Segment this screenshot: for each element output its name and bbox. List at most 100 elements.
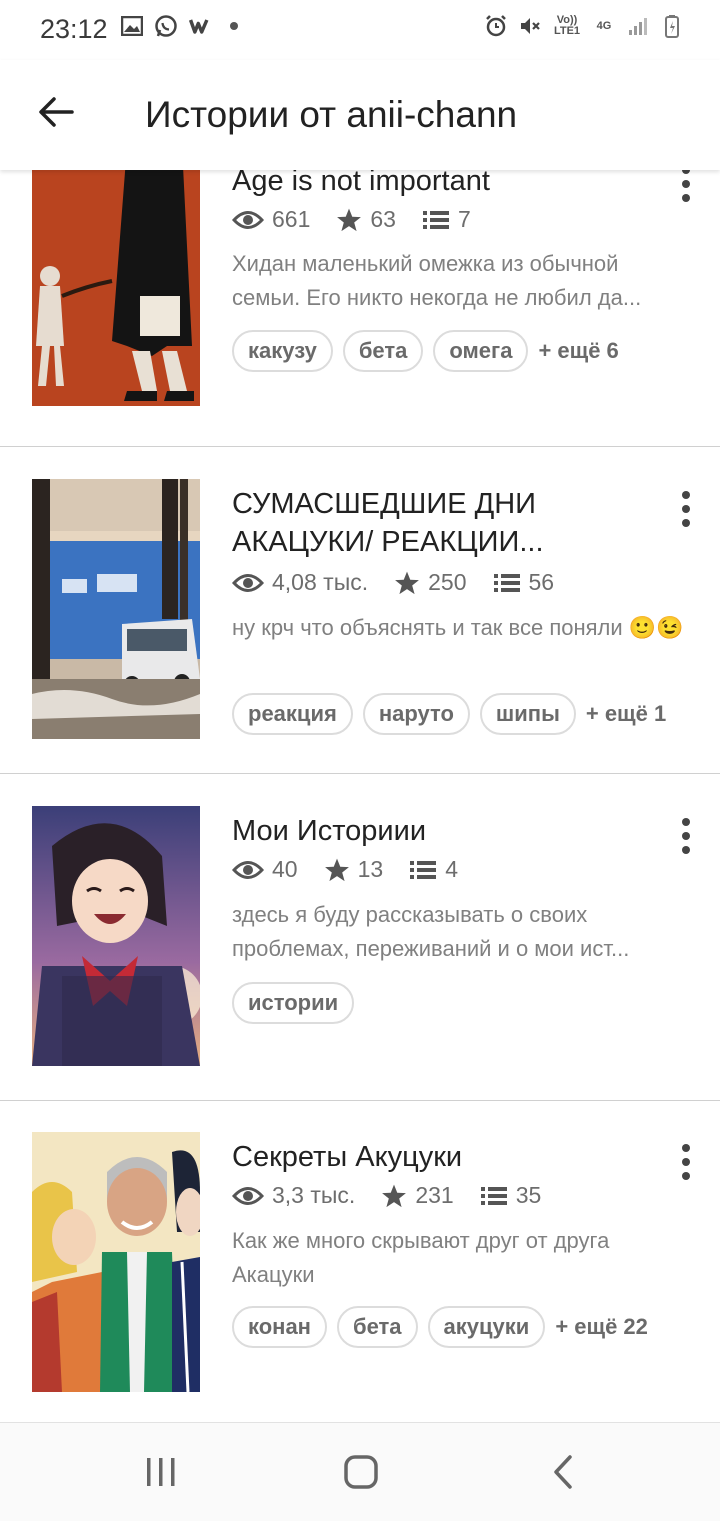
more-tags-link[interactable]: + ещё 6	[538, 338, 618, 364]
story-title[interactable]: Секреты Акуцуки	[232, 1138, 652, 1176]
parts-count: 35	[515, 1182, 542, 1208]
home-icon	[344, 1455, 378, 1489]
story-item[interactable]: Мои Историии 40 13 4 здесь я буду расска…	[0, 774, 720, 1101]
parts-stat: 56	[493, 569, 555, 596]
story-title[interactable]: Мои Историии	[232, 812, 652, 850]
star-icon	[337, 208, 362, 231]
arrow-left-icon	[39, 97, 74, 127]
parts-count: 7	[457, 206, 471, 232]
eye-icon	[232, 860, 264, 879]
more-vert-icon	[682, 491, 690, 499]
tag-chip[interactable]: бета	[336, 1306, 418, 1348]
story-stats: 661 63 7	[232, 206, 497, 233]
story-cover[interactable]	[32, 1132, 200, 1392]
parts-count: 4	[445, 856, 458, 882]
reads-stat: 3,3 тыс.	[232, 1182, 355, 1209]
tag-chip[interactable]: конан	[232, 1306, 327, 1348]
list-icon	[480, 1186, 507, 1205]
story-item[interactable]: Age is not important 661 63 7 Хидан мале…	[0, 170, 720, 447]
parts-stat: 4	[409, 856, 458, 883]
recent-apps-button[interactable]	[131, 1447, 191, 1497]
story-cover[interactable]	[32, 806, 200, 1066]
reads-stat: 661	[232, 206, 310, 233]
dot-icon	[222, 14, 246, 38]
page-title: Истории от anii-chann	[145, 94, 518, 135]
list-icon	[410, 860, 437, 879]
more-vert-icon	[682, 818, 690, 826]
more-vert-icon	[682, 170, 690, 174]
reads-stat: 40	[232, 856, 298, 883]
back-icon	[554, 1455, 572, 1489]
tag-chip[interactable]: истории	[232, 982, 355, 1024]
story-description: здесь я буду рассказывать о своих пробле…	[232, 902, 630, 961]
app-bar: Истории от anii-chann	[0, 60, 720, 170]
star-icon	[382, 1184, 407, 1207]
story-tags: истории	[232, 982, 364, 1024]
story-cover[interactable]	[32, 170, 200, 406]
votes-stat: 63	[336, 206, 396, 233]
story-cover[interactable]	[32, 479, 200, 739]
votes-count: 13	[357, 856, 384, 882]
list-icon	[493, 573, 520, 592]
volte-icon: Vo)) LTE1	[553, 14, 581, 37]
votes-stat: 250	[394, 569, 467, 596]
whatsapp-icon	[154, 14, 178, 38]
tag-chip[interactable]: наруто	[362, 693, 470, 735]
status-time: 23:12	[40, 14, 108, 44]
story-title[interactable]: СУМАСШЕДШИЕ ДНИ АКАЦУКИ/ РЕАКЦИИ...	[232, 485, 652, 561]
story-stats: 40 13 4	[232, 856, 484, 883]
system-nav-bar	[0, 1422, 720, 1521]
star-icon	[324, 858, 349, 881]
eye-icon	[232, 210, 264, 229]
tag-chip[interactable]: омега	[433, 330, 529, 372]
alarm-icon	[484, 14, 508, 38]
wattpad-icon	[188, 14, 212, 38]
tag-chip[interactable]: акуцуки	[427, 1306, 546, 1348]
tag-chip[interactable]: шипы	[479, 693, 576, 735]
parts-count: 56	[528, 569, 555, 595]
story-title[interactable]: Age is not important	[232, 170, 652, 200]
story-menu-button[interactable]	[672, 170, 700, 204]
tag-chip[interactable]: реакция	[232, 693, 353, 735]
story-tags: конан бета акуцуки + ещё 22	[232, 1306, 648, 1348]
reads-stat: 4,08 тыс.	[232, 569, 368, 596]
tag-chip[interactable]: бета	[342, 330, 424, 372]
story-menu-button[interactable]	[672, 816, 700, 856]
story-item[interactable]: Секреты Акуцуки 3,3 тыс. 231 35 Как же м…	[0, 1100, 720, 1422]
votes-count: 250	[428, 569, 467, 595]
reads-count: 40	[272, 856, 298, 882]
parts-stat: 7	[422, 206, 471, 233]
signal-icon	[626, 14, 650, 38]
list-icon	[422, 210, 449, 229]
parts-stat: 35	[480, 1182, 542, 1209]
story-description: Как же много скрывают друг от друга Акац…	[232, 1228, 610, 1287]
story-menu-button[interactable]	[672, 489, 700, 529]
back-button[interactable]	[28, 84, 84, 140]
system-icons: Vo)) LTE1 4G	[484, 14, 684, 38]
votes-count: 63	[370, 206, 396, 232]
home-button[interactable]	[331, 1447, 391, 1497]
battery-icon	[660, 14, 684, 38]
votes-stat: 231	[381, 1182, 454, 1209]
story-stats: 4,08 тыс. 250 56	[232, 569, 580, 596]
story-stats: 3,3 тыс. 231 35	[232, 1182, 567, 1209]
nav-back-button[interactable]	[533, 1447, 593, 1497]
eye-icon	[232, 573, 264, 592]
recent-apps-icon	[147, 1458, 175, 1486]
more-tags-link[interactable]: + ещё 22	[555, 1314, 648, 1340]
status-bar: 23:12 Vo)) LTE1 4G	[0, 0, 720, 60]
reads-count: 4,08 тыс.	[272, 569, 369, 595]
4g-icon: 4G	[596, 19, 612, 32]
image-icon	[120, 14, 144, 38]
more-tags-link[interactable]: + ещё 1	[586, 701, 666, 727]
story-list: Age is not important 661 63 7 Хидан мале…	[0, 170, 720, 1422]
story-description: Хидан маленький омежка из обычной семьи.…	[232, 251, 642, 310]
tag-chip[interactable]: какузу	[232, 330, 333, 372]
story-tags: реакция наруто шипы + ещё 1	[232, 693, 666, 735]
star-icon	[395, 571, 420, 594]
votes-count: 231	[415, 1182, 454, 1208]
reads-count: 661	[272, 206, 311, 232]
story-item[interactable]: СУМАСШЕДШИЕ ДНИ АКАЦУКИ/ РЕАКЦИИ... 4,08…	[0, 447, 720, 774]
story-menu-button[interactable]	[672, 1142, 700, 1182]
more-vert-icon	[682, 1144, 690, 1152]
